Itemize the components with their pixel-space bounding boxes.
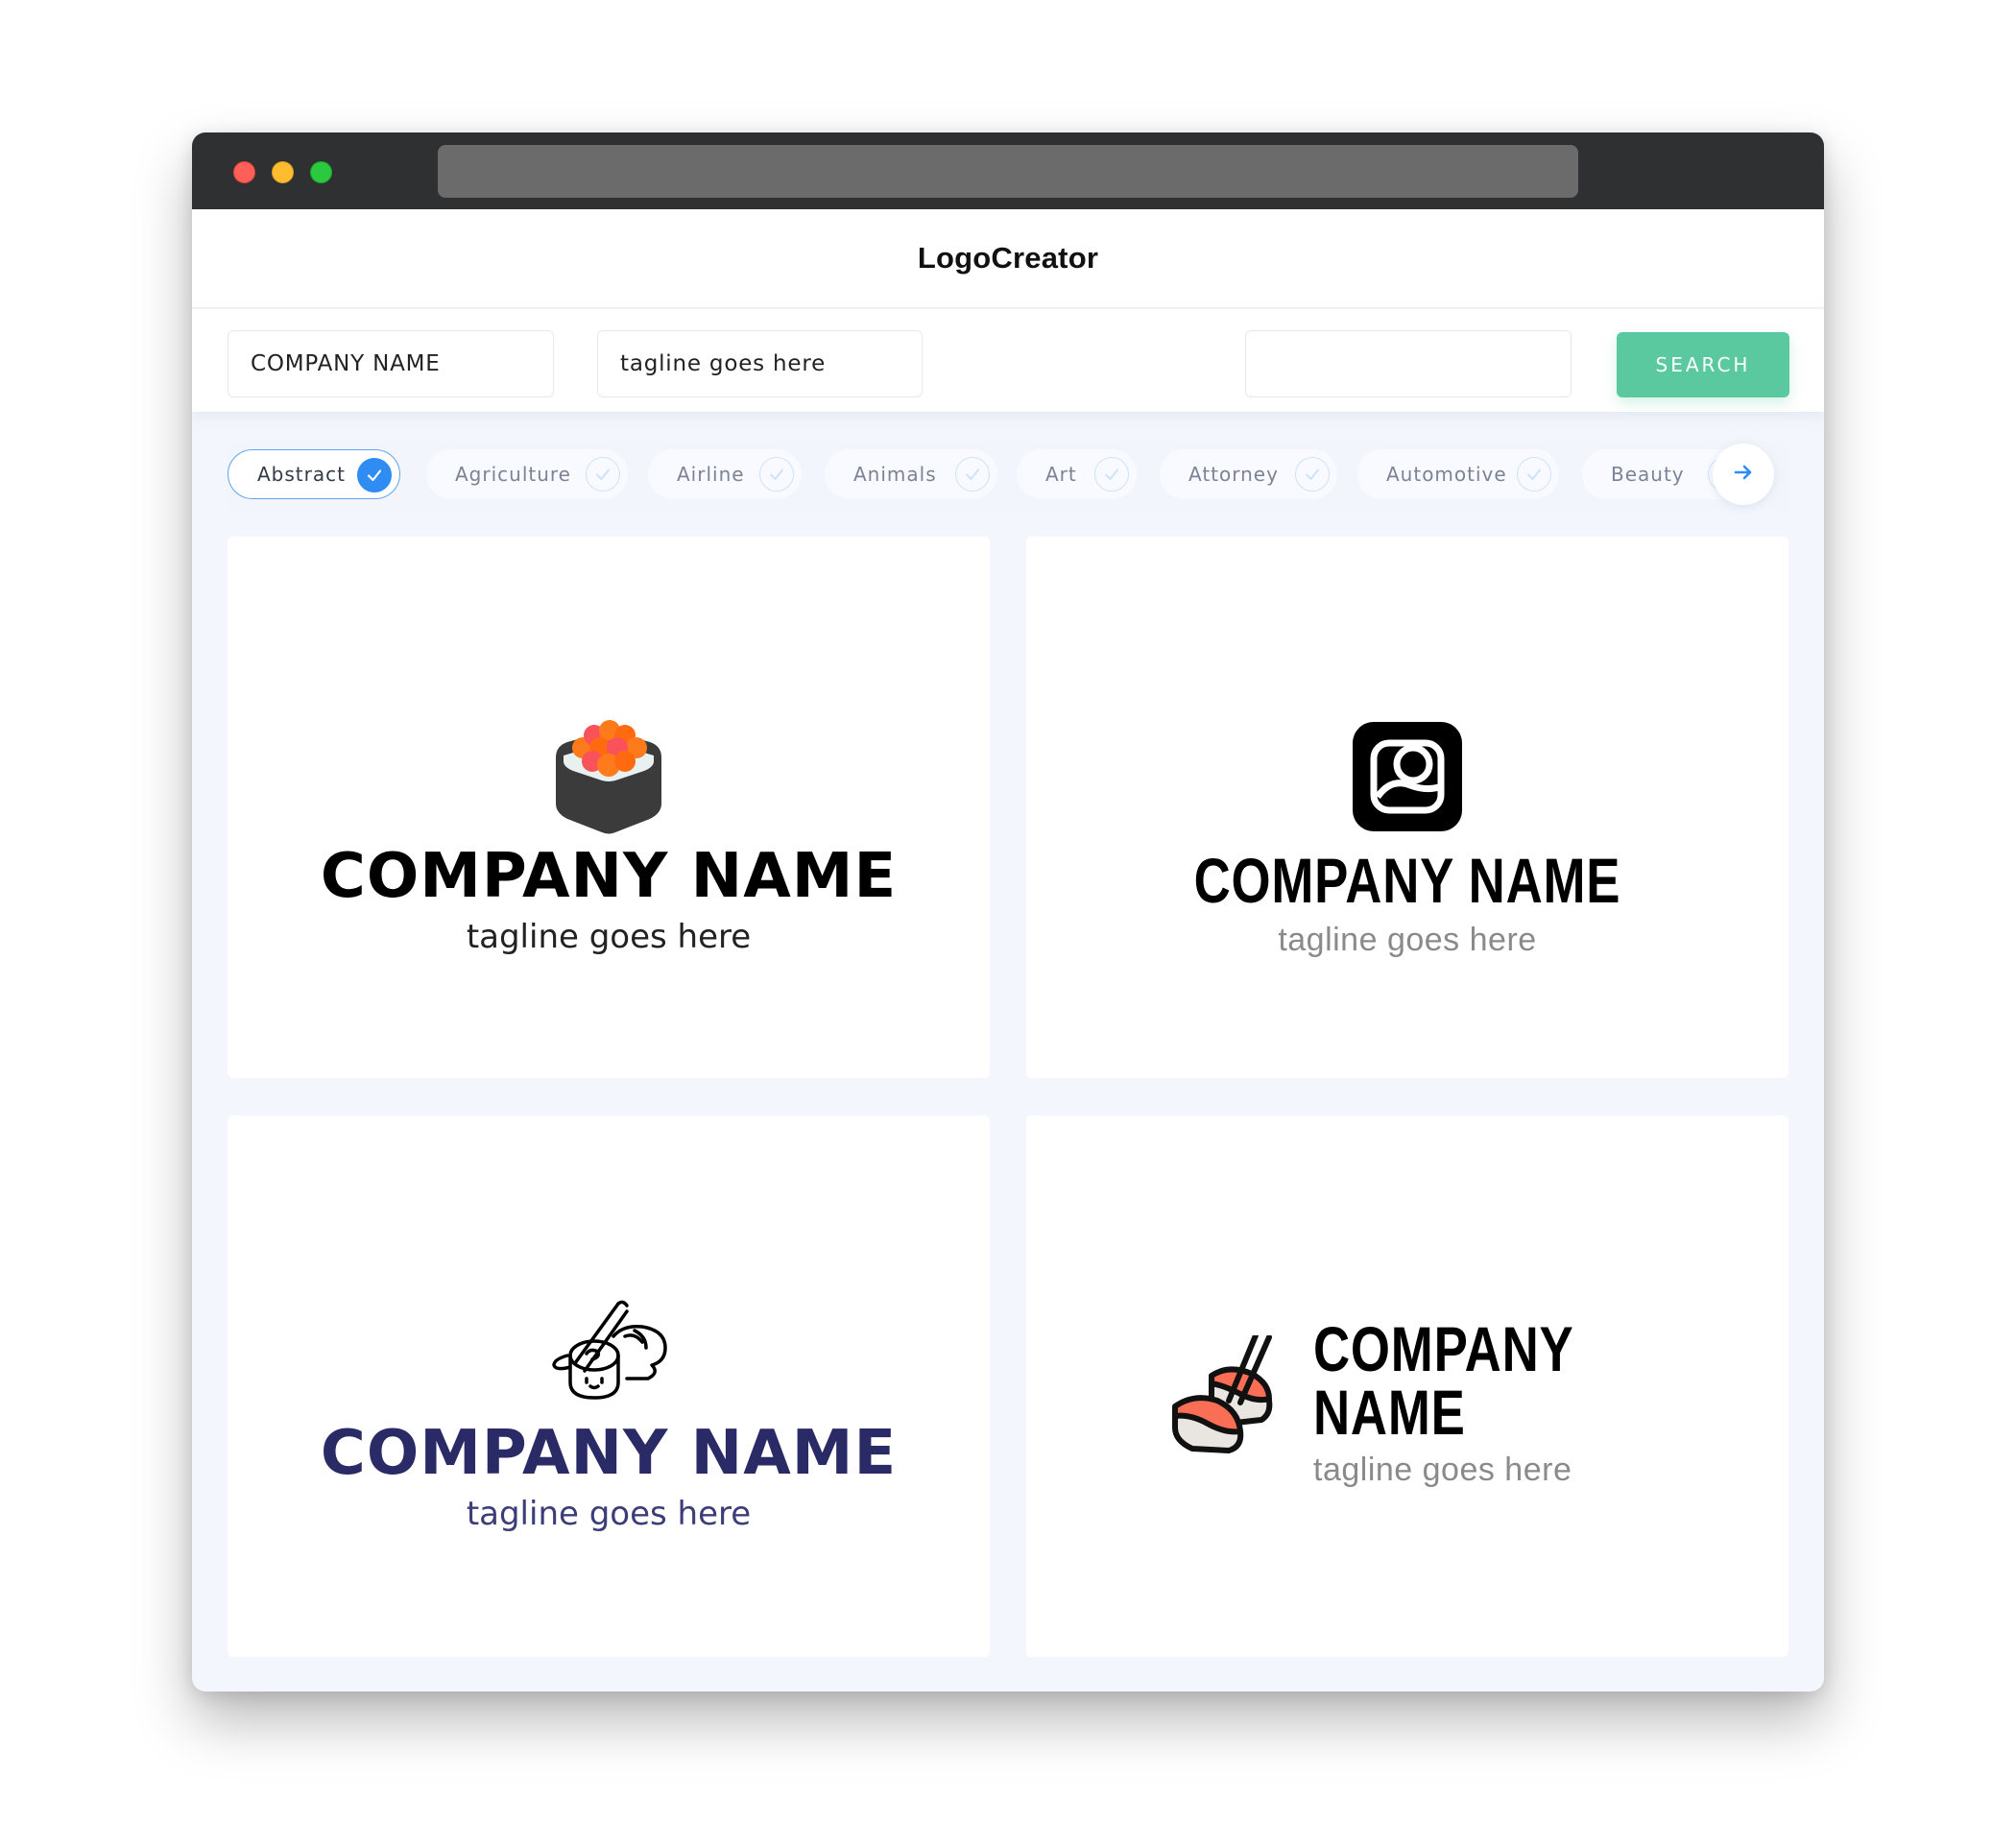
- logo-tagline: tagline goes here: [466, 918, 752, 956]
- check-icon: [759, 457, 794, 492]
- logo-tagline: tagline goes here: [466, 1495, 752, 1533]
- category-chip-abstract[interactable]: Abstract: [228, 449, 400, 499]
- category-chip-label: Airline: [677, 463, 745, 486]
- logo-card[interactable]: COMPANY NAME tagline goes here: [1026, 1116, 1788, 1657]
- next-categories-button[interactable]: [1713, 444, 1774, 505]
- category-chip-label: Agriculture: [455, 463, 571, 486]
- logo-card[interactable]: COMPANY NAME tagline goes here: [228, 1116, 990, 1657]
- company-name-input[interactable]: COMPANY NAME: [228, 330, 554, 397]
- category-chip-label: Beauty: [1611, 463, 1685, 486]
- category-chip-label: Attorney: [1188, 463, 1279, 486]
- logo-company-name: COMPANY NAME: [320, 841, 898, 912]
- check-icon: [357, 458, 392, 492]
- close-window-button[interactable]: [233, 161, 255, 183]
- logo-card[interactable]: COMPANY NAME tagline goes here: [228, 537, 990, 1078]
- check-icon: [1295, 457, 1330, 492]
- logo-tagline: tagline goes here: [1278, 922, 1537, 958]
- salmon-nigiri-chopsticks-icon: [1169, 1332, 1298, 1468]
- category-filter-bar: Abstract Agriculture Airline Animals Art: [228, 440, 1788, 512]
- category-chip-animals[interactable]: Animals: [825, 449, 997, 499]
- category-chip-label: Automotive: [1386, 463, 1507, 486]
- category-chip-attorney[interactable]: Attorney: [1160, 449, 1337, 499]
- title-bar: [192, 132, 1824, 209]
- logo-card[interactable]: COMPANY NAME tagline goes here: [1026, 537, 1788, 1078]
- category-chip-label: Art: [1045, 463, 1077, 486]
- logo-tagline: tagline goes here: [1313, 1452, 1572, 1488]
- category-chip-art[interactable]: Art: [1017, 449, 1137, 499]
- sushi-chopsticks-outline-icon: [546, 1298, 671, 1405]
- category-chip-label: Abstract: [257, 463, 346, 486]
- logo-company-name: COMPANY NAME: [320, 1418, 898, 1489]
- category-chip-agriculture[interactable]: Agriculture: [426, 449, 628, 499]
- address-bar[interactable]: [438, 145, 1578, 198]
- check-icon: [1517, 457, 1551, 492]
- tagline-input[interactable]: tagline goes here: [597, 330, 923, 397]
- browser-window: LogoCreator COMPANY NAME tagline goes he…: [192, 132, 1824, 1692]
- maximize-window-button[interactable]: [310, 161, 332, 183]
- category-chip-automotive[interactable]: Automotive: [1357, 449, 1559, 499]
- arrow-right-icon: [1733, 462, 1754, 487]
- logo-company-name: COMPANY NAME: [1193, 845, 1621, 916]
- sushi-roll-roe-icon: [552, 719, 665, 838]
- search-row: COMPANY NAME tagline goes here SEARCH: [192, 309, 1824, 412]
- logo-company-name: COMPANY NAME: [1313, 1313, 1573, 1448]
- check-icon: [586, 457, 620, 492]
- app-title: LogoCreator: [917, 241, 1099, 275]
- check-icon: [1094, 457, 1129, 492]
- minimize-window-button[interactable]: [272, 161, 294, 183]
- app-header: LogoCreator: [192, 209, 1824, 308]
- category-chip-airline[interactable]: Airline: [648, 449, 802, 499]
- search-button[interactable]: SEARCH: [1617, 332, 1789, 397]
- keyword-input[interactable]: [1245, 330, 1572, 397]
- rounded-square-face-icon: [1353, 722, 1462, 835]
- check-icon: [955, 457, 990, 492]
- category-chip-label: Animals: [853, 463, 937, 486]
